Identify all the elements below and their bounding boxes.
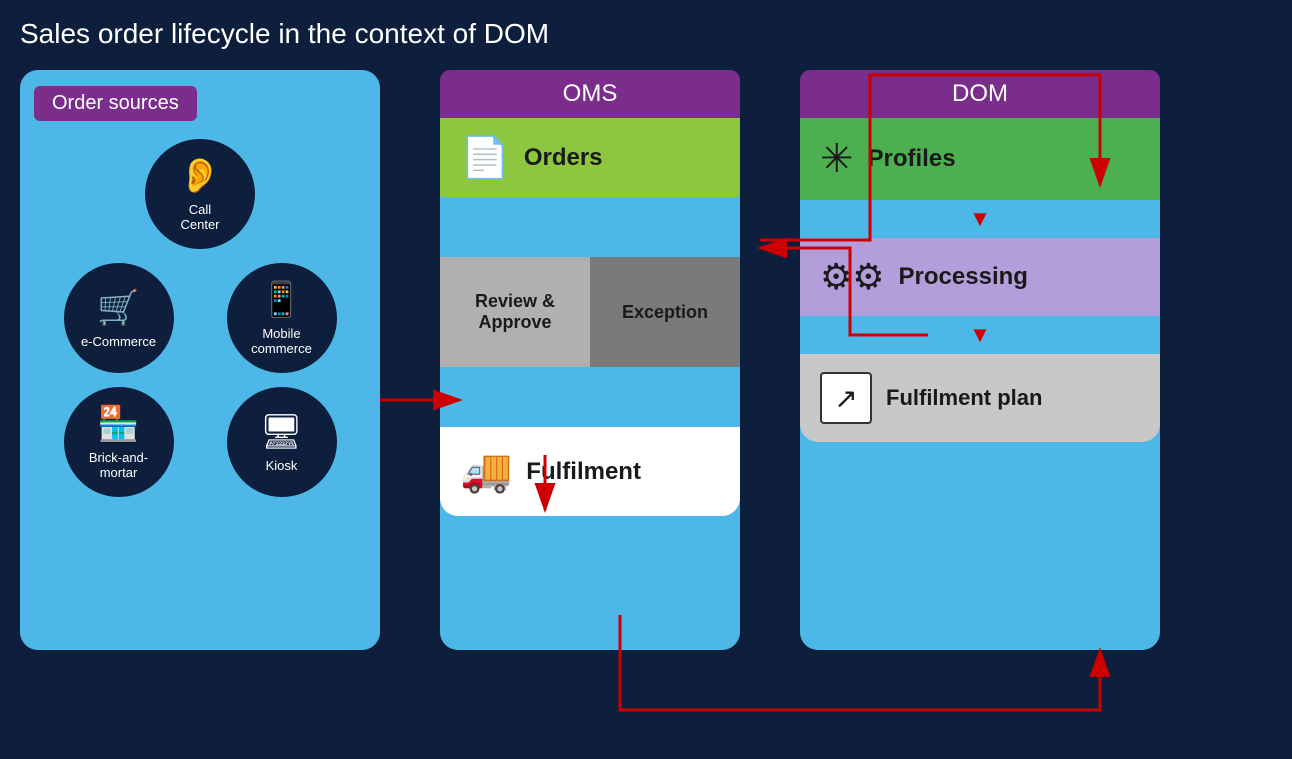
arrow-dom-to-oms-orders (760, 248, 928, 335)
arrow-fulfilment-to-dom-fulfilment (620, 615, 1100, 710)
arrow-orders-to-dom (760, 75, 1100, 240)
arrows-overlay (0, 0, 1292, 759)
